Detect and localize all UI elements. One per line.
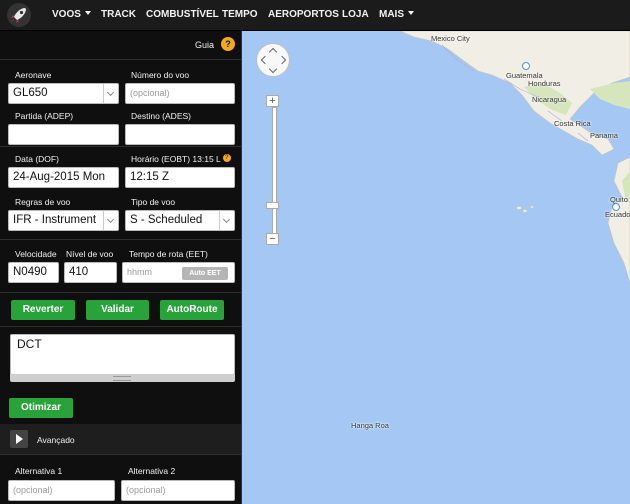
advanced-label: Avançado [37, 435, 75, 445]
autoroute-button[interactable]: AutoRoute [160, 300, 224, 320]
destination-input[interactable] [125, 124, 235, 145]
eet-input[interactable]: hhmm Auto EET [122, 262, 235, 283]
flight-type-select[interactable]: S - Scheduled [125, 210, 235, 231]
nav-combustivel-label: COMBUSTÍVEL [146, 9, 219, 20]
alternate2-input[interactable]: (opcional) [121, 480, 235, 501]
date-input[interactable]: 24-Aug-2015 Mon [8, 167, 119, 188]
map-label-honduras: Honduras [528, 79, 561, 88]
speed-label: Velocidade [15, 249, 57, 259]
validate-button[interactable]: Validar [86, 300, 149, 320]
chevron-down-icon [84, 11, 91, 16]
top-navigation-bar: VOOS TRACK COMBUSTÍVEL TEMPO AEROPORTOS … [0, 0, 630, 31]
flight-rules-value: IFR - Instrument [13, 214, 97, 226]
speed-input[interactable]: N0490 [8, 262, 59, 283]
help-label[interactable]: Guia [195, 40, 214, 50]
eet-placeholder: hhmm [127, 267, 153, 277]
departure-input[interactable] [8, 124, 119, 145]
flight-planner-app: VOOS TRACK COMBUSTÍVEL TEMPO AEROPORTOS … [0, 0, 630, 504]
nav-track-label: TRACK [101, 9, 136, 20]
route-textarea[interactable]: DCT [10, 334, 235, 375]
pan-control[interactable] [256, 43, 290, 77]
pan-right-icon[interactable] [277, 55, 287, 65]
chevron-down-icon [219, 211, 234, 230]
zoom-out-icon[interactable]: − [266, 233, 279, 245]
zoom-slider-track[interactable] [272, 107, 277, 237]
revert-button[interactable]: Reverter [11, 300, 75, 320]
time-label-wrap: Horário (EOBT) 13:15 L? [131, 154, 231, 164]
aircraft-label: Aeronave [15, 70, 52, 80]
pan-left-icon[interactable] [260, 55, 270, 65]
flight-type-label: Tipo de voo [131, 197, 176, 207]
performance-section: Velocidade Nível de voo Tempo de rota (E… [0, 240, 241, 293]
map-label-nicaragua: Nicaragua [532, 95, 567, 104]
nav-voos[interactable]: VOOS [52, 0, 91, 30]
aircraft-select[interactable]: GL650 [8, 83, 119, 104]
flight-plan-sidebar: Guia ? Aeronave Número do voo GL650 (opc… [0, 31, 242, 504]
pan-up-icon[interactable] [268, 47, 278, 57]
nav-aeroportos-label: AEROPORTOS [268, 9, 339, 20]
advanced-toggle-bar[interactable]: Avançado [0, 424, 241, 455]
zoom-slider-thumb[interactable] [266, 202, 279, 209]
play-icon[interactable] [10, 430, 28, 448]
destination-label: Destino (ADES) [131, 111, 191, 121]
nav-tempo-label: TEMPO [222, 9, 258, 20]
auto-eet-button[interactable]: Auto EET [182, 267, 228, 280]
level-input[interactable]: 410 [64, 262, 117, 283]
info-icon[interactable]: ? [222, 154, 231, 162]
aircraft-section: Aeronave Número do voo GL650 (opcional) … [0, 60, 241, 147]
map-label-costa-rica: Costa Rica [554, 119, 591, 128]
flight-number-input[interactable]: (opcional) [125, 83, 235, 104]
flight-rules-label: Regras de voo [15, 197, 71, 207]
map-view[interactable]: Mexico City Guatemala Honduras Nicaragua… [242, 31, 630, 504]
departure-label: Partida (ADEP) [15, 111, 74, 121]
flight-rules-select[interactable]: IFR - Instrument [8, 210, 119, 231]
optimize-button[interactable]: Otimizar [9, 398, 73, 418]
date-label: Data (DOF) [15, 154, 59, 164]
nav-voos-label: VOOS [52, 9, 81, 20]
time-input[interactable]: 12:15 Z [125, 167, 235, 188]
map-land-shapes [399, 31, 630, 284]
flight-number-label: Número do voo [131, 70, 190, 80]
nav-tempo[interactable]: TEMPO [222, 0, 258, 30]
nav-loja-label: LOJA [342, 9, 369, 20]
resize-handle-icon[interactable] [10, 374, 235, 382]
alternate2-label: Alternativa 2 [128, 466, 176, 476]
map-label-quito: Quito [610, 195, 628, 204]
nav-loja[interactable]: LOJA [342, 0, 369, 30]
flight-type-value: S - Scheduled [130, 214, 203, 226]
nav-mais[interactable]: MAIS [379, 0, 414, 30]
alternate1-label: Alternativa 1 [15, 466, 63, 476]
galapagos-islands [516, 205, 534, 213]
zoom-in-icon[interactable]: + [266, 95, 279, 107]
chevron-down-icon [408, 11, 414, 16]
help-icon[interactable]: ? [221, 37, 235, 51]
pan-down-icon[interactable] [268, 64, 278, 74]
actions-section: Reverter Validar AutoRoute [0, 293, 241, 327]
map-label-ecuador: Ecuador [605, 210, 630, 219]
eet-label: Tempo de rota (EET) [129, 249, 208, 259]
aircraft-value: GL650 [13, 87, 48, 99]
map-marker-icon[interactable] [522, 62, 530, 70]
help-header: Guia ? [0, 31, 241, 60]
nav-track[interactable]: TRACK [101, 0, 136, 30]
alternate1-input[interactable]: (opcional) [8, 480, 115, 501]
rocket-logo-icon[interactable] [4, 1, 34, 29]
map-label-panama: Panama [590, 131, 618, 140]
map-label-mexico-city: Mexico City [431, 34, 470, 43]
nav-mais-label: MAIS [379, 9, 404, 20]
chevron-down-icon [103, 211, 118, 230]
schedule-section: Data (DOF) Horário (EOBT) 13:15 L? 24-Au… [0, 147, 241, 240]
map-label-hanga-roa: Hanga Roa [351, 421, 389, 430]
level-label: Nível de voo [66, 249, 114, 259]
nav-combustivel[interactable]: COMBUSTÍVEL [146, 0, 219, 30]
chevron-down-icon [103, 84, 118, 103]
time-label: Horário (EOBT) 13:15 L [131, 154, 221, 164]
nav-aeroportos[interactable]: AEROPORTOS [268, 0, 339, 30]
alternates-section: Alternativa 1 Alternativa 2 (opcional) (… [0, 455, 241, 504]
